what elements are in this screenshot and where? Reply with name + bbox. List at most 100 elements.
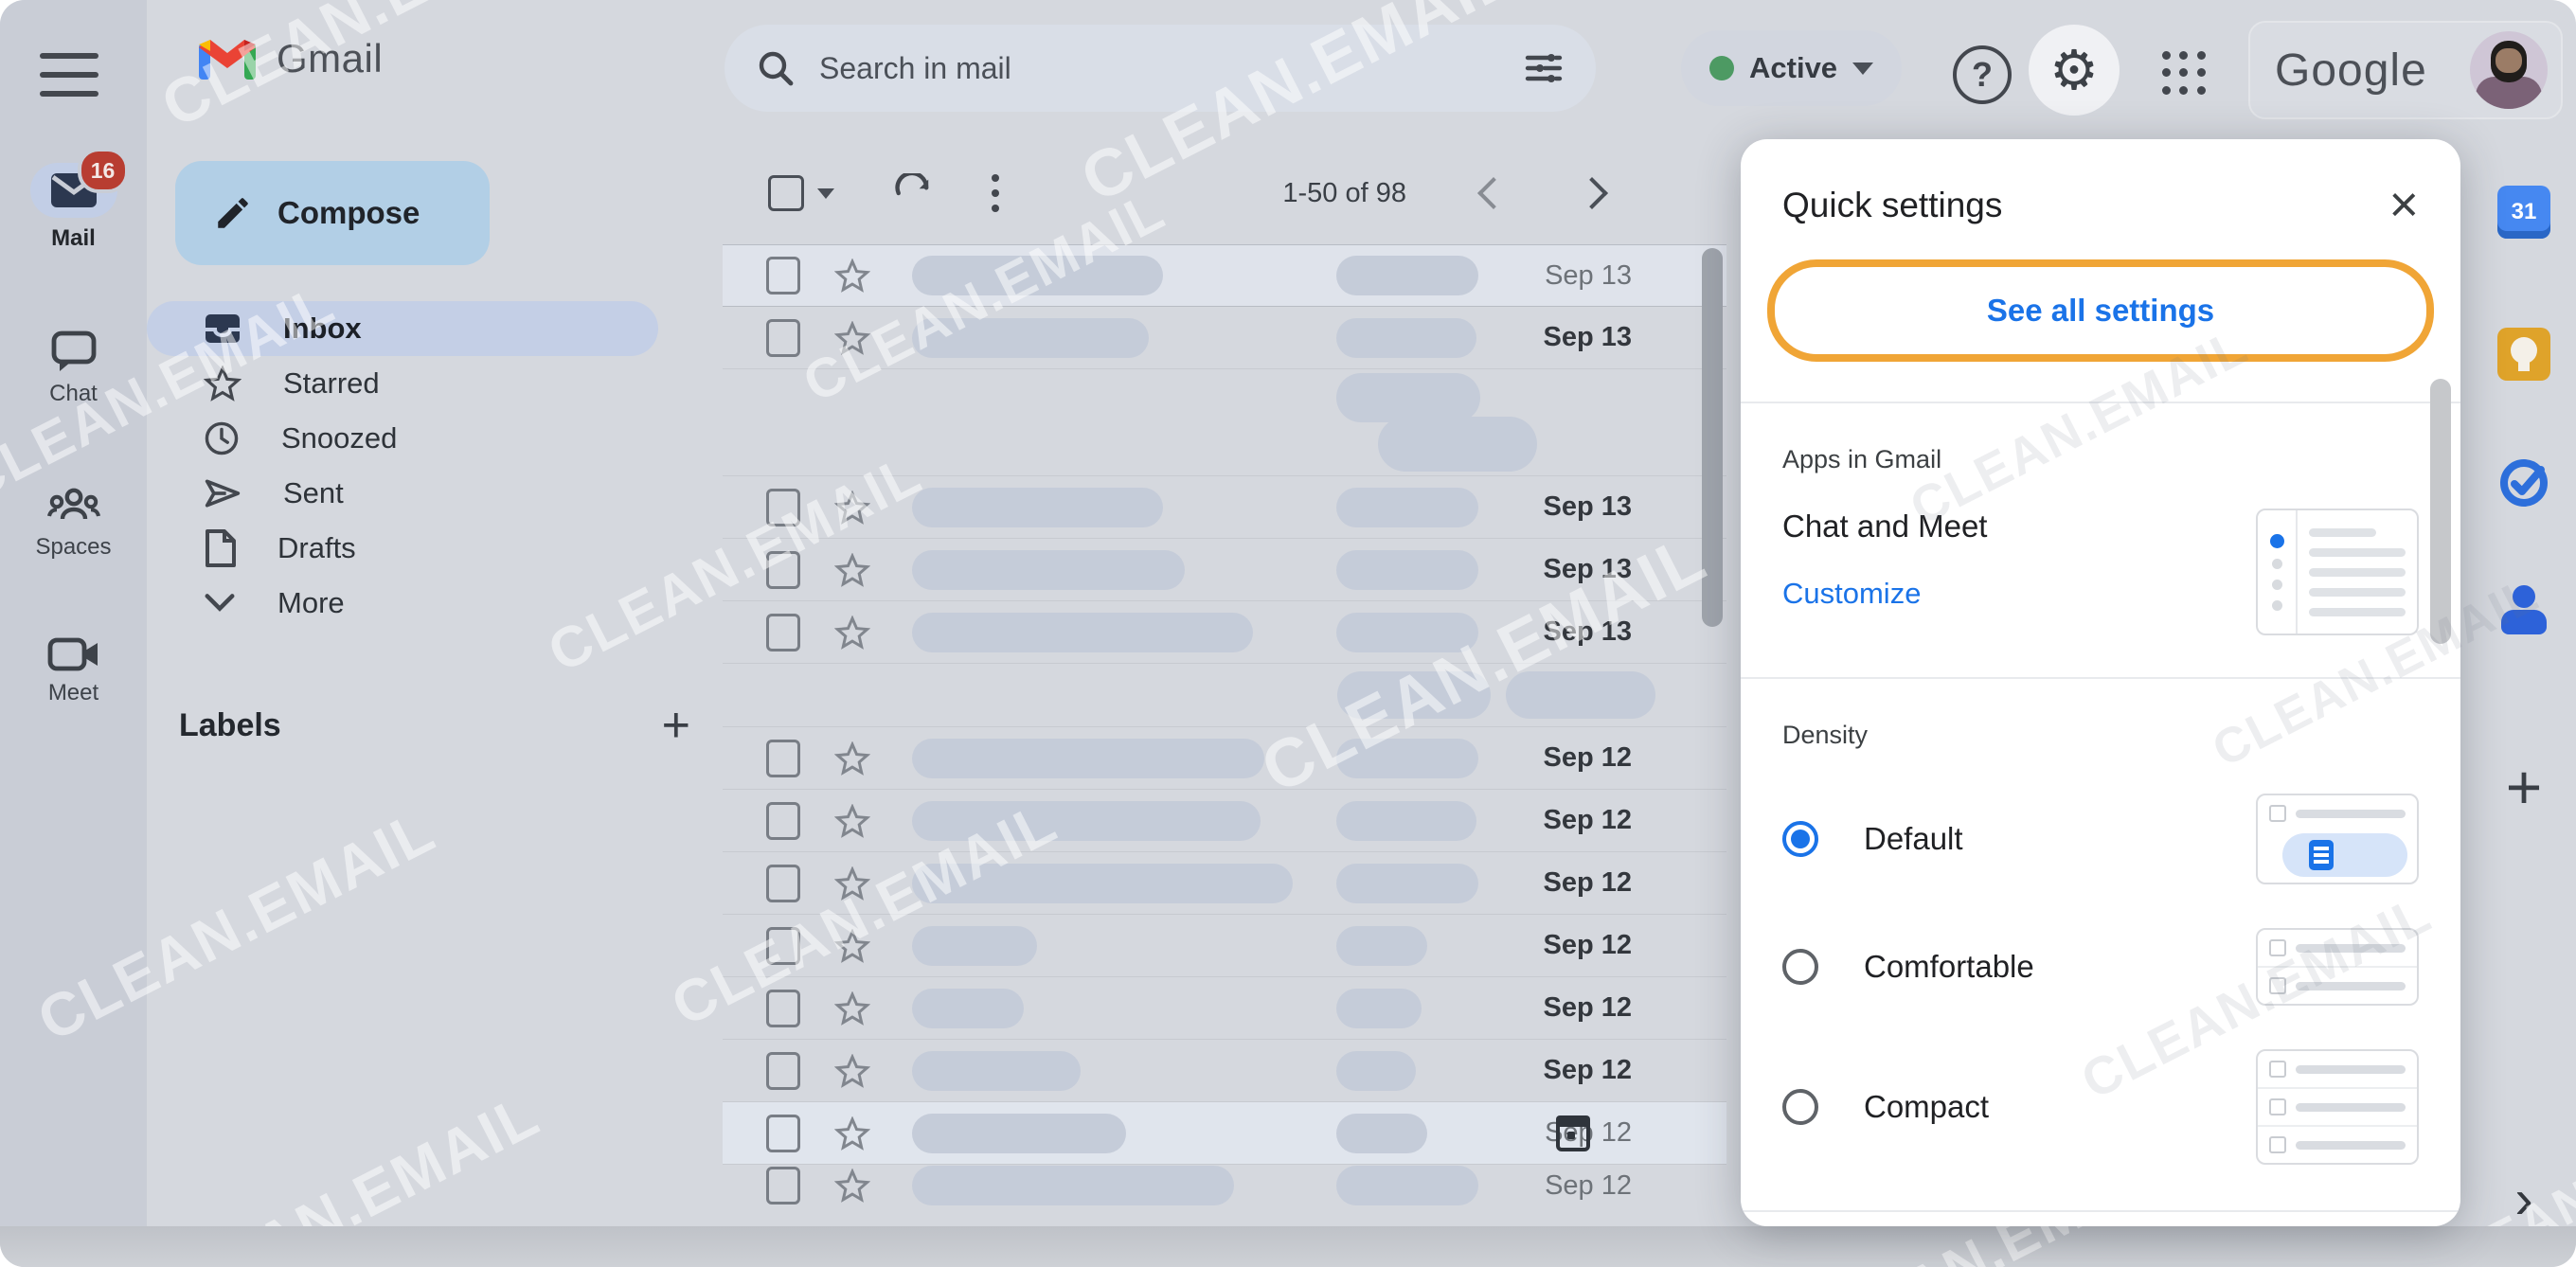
checkbox-icon[interactable]	[766, 740, 800, 777]
rail-item-spaces[interactable]: Spaces	[0, 485, 147, 561]
table-row[interactable]: Sep 12	[723, 852, 1726, 915]
main-menu-icon[interactable]	[40, 53, 98, 97]
contacts-app-icon[interactable]	[2499, 585, 2549, 634]
radio-icon[interactable]	[1782, 821, 1818, 857]
rail-label-meet: Meet	[48, 680, 98, 706]
checkbox-icon[interactable]	[768, 175, 804, 211]
star-icon[interactable]	[834, 804, 870, 838]
table-row[interactable]: Sep 13	[723, 539, 1726, 601]
newer-page-icon[interactable]	[1477, 177, 1510, 209]
settings-gear-button[interactable]: ⚙	[2029, 25, 2120, 116]
star-icon[interactable]	[834, 321, 870, 355]
nav-item-snoozed[interactable]: Snoozed	[147, 411, 723, 466]
hide-side-panel-icon[interactable]: ›	[2514, 1172, 2532, 1227]
radio-icon[interactable]	[1782, 949, 1818, 985]
rail-item-chat[interactable]: Chat	[0, 330, 147, 407]
rail-item-meet[interactable]: Meet	[0, 636, 147, 706]
checkbox-icon[interactable]	[766, 1115, 800, 1152]
checkbox-icon[interactable]	[766, 865, 800, 902]
rail-label-chat: Chat	[49, 381, 98, 407]
density-option-comfortable[interactable]: Comfortable	[1782, 928, 2419, 1006]
table-row[interactable]: Sep 12	[723, 1040, 1726, 1102]
checkbox-icon[interactable]	[766, 319, 800, 357]
density-option-compact[interactable]: Compact	[1782, 1049, 2419, 1210]
refresh-icon[interactable]	[893, 173, 933, 213]
redacted-subject	[1336, 739, 1478, 778]
compose-button[interactable]: Compose	[175, 161, 490, 265]
table-row[interactable]: Sep 13	[723, 476, 1726, 539]
search-input[interactable]: Search in mail	[819, 51, 1524, 86]
table-row[interactable]: Sep 12	[723, 727, 1726, 790]
email-date: Sep 12	[1545, 1170, 1726, 1202]
checkbox-icon[interactable]	[766, 551, 800, 589]
older-page-icon[interactable]	[1576, 177, 1608, 209]
radio-icon[interactable]	[1782, 1089, 1818, 1125]
get-addons-icon[interactable]: +	[2506, 756, 2543, 818]
nav-item-starred[interactable]: Starred	[147, 356, 723, 411]
table-row[interactable]: Sep 13	[723, 601, 1726, 664]
nav-item-sent[interactable]: Sent	[147, 466, 723, 521]
nav-item-inbox[interactable]: Inbox	[147, 301, 658, 356]
help-icon[interactable]: ?	[1953, 45, 2012, 104]
search-options-icon[interactable]	[1524, 48, 1564, 88]
redacted-subject	[1336, 864, 1478, 903]
list-scrollbar[interactable]	[1702, 248, 1723, 627]
status-dropdown[interactable]: Active	[1681, 30, 1902, 106]
checkbox-icon[interactable]	[766, 614, 800, 651]
table-row[interactable]: Sep 12	[723, 915, 1726, 977]
redacted-sender	[912, 801, 1261, 841]
table-row[interactable]: Sep 13	[723, 307, 1726, 369]
avatar[interactable]	[2470, 31, 2548, 109]
pencil-icon	[213, 193, 253, 233]
search-bar[interactable]: Search in mail	[724, 25, 1596, 112]
redacted-subject	[1336, 1114, 1427, 1153]
table-row[interactable]: Sep 12	[723, 977, 1726, 1040]
star-icon[interactable]	[834, 491, 870, 525]
create-label-button[interactable]: +	[662, 701, 690, 750]
table-row[interactable]: Sep 12	[723, 790, 1726, 852]
close-icon[interactable]: ×	[2388, 185, 2419, 225]
chevron-down-icon	[204, 592, 236, 615]
star-icon[interactable]	[834, 1116, 870, 1151]
redacted-subject	[1336, 801, 1476, 841]
tasks-app-icon[interactable]	[2497, 456, 2550, 509]
table-row[interactable]: Sep 12	[723, 1165, 1726, 1206]
checkbox-icon[interactable]	[766, 489, 800, 526]
star-icon[interactable]	[834, 1054, 870, 1088]
nav-item-drafts[interactable]: Drafts	[147, 521, 723, 576]
calendar-app-icon[interactable]: 31	[2497, 186, 2550, 239]
star-icon[interactable]	[834, 1169, 870, 1203]
checkbox-icon[interactable]	[766, 1052, 800, 1090]
checkbox-icon[interactable]	[766, 927, 800, 965]
star-icon[interactable]	[834, 553, 870, 587]
select-dropdown-icon[interactable]	[817, 188, 834, 199]
see-all-settings-button[interactable]: See all settings	[1987, 293, 2214, 329]
star-icon[interactable]	[834, 741, 870, 776]
search-icon[interactable]	[757, 49, 795, 87]
google-account-chip[interactable]: Google	[2248, 21, 2563, 119]
star-icon[interactable]	[834, 866, 870, 901]
star-icon[interactable]	[834, 616, 870, 650]
checkbox-icon[interactable]	[766, 802, 800, 840]
checkbox-icon[interactable]	[766, 257, 800, 294]
gmail-screenshot: 16 Mail Chat Spaces	[0, 0, 2576, 1267]
keep-app-icon[interactable]	[2497, 328, 2550, 381]
star-icon[interactable]	[834, 929, 870, 963]
checkbox-icon[interactable]	[766, 1167, 800, 1205]
density-option-default[interactable]: Default	[1782, 794, 2419, 884]
email-date: Sep 13	[1544, 554, 1727, 585]
nav-item-more[interactable]: More	[147, 576, 723, 631]
apps-grid-icon[interactable]	[2162, 51, 2206, 95]
star-icon[interactable]	[834, 991, 870, 1026]
table-row[interactable]: Sep 13	[723, 244, 1726, 307]
panel-scrollbar[interactable]	[2430, 379, 2451, 644]
select-all-checkbox[interactable]	[768, 175, 834, 211]
table-row[interactable]: Sep 12	[723, 1102, 1726, 1165]
customize-link[interactable]: Customize	[1782, 577, 1987, 611]
star-icon[interactable]	[834, 259, 870, 293]
chat-meet-thumbnail	[2256, 509, 2419, 635]
checkbox-icon[interactable]	[766, 990, 800, 1027]
email-date: Sep 13	[1544, 491, 1727, 523]
rail-item-mail[interactable]: 16 Mail	[0, 163, 147, 252]
more-options-icon[interactable]	[992, 174, 999, 212]
